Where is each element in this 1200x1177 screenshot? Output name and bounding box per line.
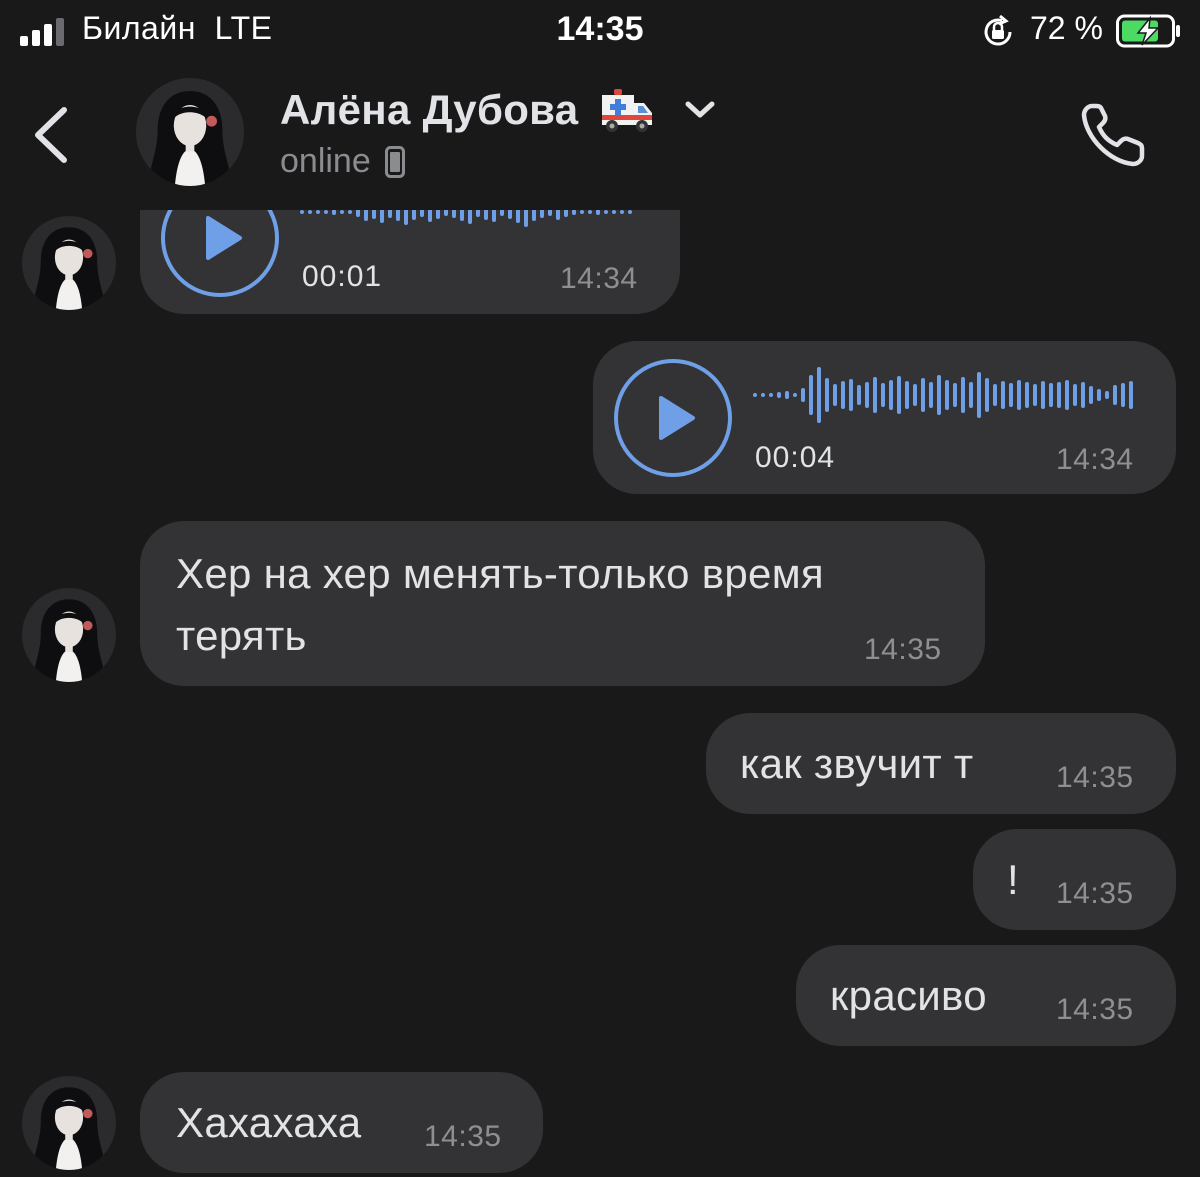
text-message-bubble[interactable]: ! 14:35 <box>973 829 1176 930</box>
waveform-bar <box>793 393 797 397</box>
voice-duration: 00:01 <box>302 260 383 293</box>
text-message-bubble[interactable]: как звучит т 14:35 <box>706 713 1176 814</box>
contact-avatar[interactable] <box>22 588 116 682</box>
waveform-bar <box>777 392 781 398</box>
phone-icon[interactable] <box>1078 98 1150 170</box>
waveform-bar <box>841 381 845 409</box>
waveform-bar <box>620 210 624 214</box>
waveform-bar <box>753 393 757 397</box>
contact-avatar[interactable] <box>136 78 244 186</box>
message-time: 14:35 <box>424 1120 502 1153</box>
waveform-bar <box>993 384 997 406</box>
message-time: 14:34 <box>1056 443 1134 476</box>
waveform-bar <box>1129 381 1133 409</box>
waveform-bar <box>761 393 765 397</box>
contact-avatar[interactable] <box>22 216 116 310</box>
voice-duration: 00:04 <box>755 441 836 474</box>
text-message-bubble[interactable]: Хер на хер менять-только время терять 14… <box>140 521 985 686</box>
waveform-bar <box>801 388 805 402</box>
text-message-bubble[interactable]: красиво 14:35 <box>796 945 1176 1046</box>
waveform-bar <box>1017 380 1021 410</box>
waveform-bar <box>604 210 608 214</box>
waveform-bar <box>324 210 328 214</box>
waveform-bar <box>308 210 312 214</box>
message-time: 14:35 <box>1056 877 1134 910</box>
waveform-bar <box>1041 381 1045 409</box>
waveform-bar <box>316 210 320 214</box>
message-time: 14:35 <box>1056 993 1134 1026</box>
waveform-bar <box>985 378 989 412</box>
waveform-bar <box>1081 382 1085 408</box>
waveform-bar <box>961 377 965 413</box>
waveform-bar <box>873 377 877 413</box>
waveform-bar <box>881 383 885 407</box>
waveform-bar <box>945 380 949 410</box>
waveform-bar <box>897 376 901 414</box>
waveform-bar <box>1121 383 1125 407</box>
message-text: как звучит т <box>740 740 974 787</box>
chat-header: Алёна Дубова online <box>0 64 1200 210</box>
waveform-bar <box>905 381 909 409</box>
contact-name-button[interactable]: Алёна Дубова <box>280 82 716 138</box>
message-text: красиво <box>830 972 987 1019</box>
waveform-bar <box>921 378 925 412</box>
waveform-bar <box>769 393 773 397</box>
waveform-bar <box>1001 381 1005 409</box>
message-text: ! <box>1007 856 1019 903</box>
presence-status: online <box>280 142 405 181</box>
waveform-bar <box>889 380 893 410</box>
waveform-bar <box>833 384 837 406</box>
back-icon[interactable] <box>26 100 78 170</box>
waveform-bar <box>612 210 616 214</box>
waveform-bar <box>1057 382 1061 408</box>
waveform-bar <box>348 210 352 214</box>
message-text-line: терять <box>176 612 307 659</box>
waveform-bar <box>580 210 584 214</box>
waveform-bar <box>849 379 853 411</box>
waveform-bar <box>937 375 941 415</box>
waveform-bar <box>913 384 917 406</box>
waveform-bar <box>1105 391 1109 399</box>
presence-text: online <box>280 142 371 180</box>
voice-waveform[interactable] <box>753 365 1135 425</box>
ambulance-emoji <box>602 89 653 132</box>
waveform-bar <box>865 382 869 408</box>
waveform-bar <box>340 210 344 214</box>
text-message-bubble[interactable]: Хахахаха 14:35 <box>140 1072 543 1173</box>
waveform-bar <box>1065 380 1069 410</box>
contact-avatar[interactable] <box>22 1076 116 1170</box>
message-text-line: Хер на хер менять-только время <box>176 550 824 597</box>
waveform-bar <box>825 378 829 412</box>
waveform-bar <box>1097 389 1101 401</box>
waveform-bar <box>977 372 981 418</box>
waveform-bar <box>1033 384 1037 406</box>
waveform-bar <box>857 385 861 405</box>
voice-message-bubble[interactable]: 00:04 14:34 <box>593 341 1176 494</box>
waveform-bar <box>628 210 632 214</box>
waveform-bar <box>785 391 789 399</box>
waveform-bar <box>953 383 957 407</box>
waveform-bar <box>929 382 933 408</box>
message-time: 14:35 <box>864 633 942 666</box>
waveform-bar <box>1049 383 1053 407</box>
waveform-bar <box>1089 386 1093 404</box>
play-icon[interactable] <box>613 358 733 478</box>
chevron-down-icon[interactable] <box>684 100 716 120</box>
waveform-bar <box>809 375 813 415</box>
waveform-bar <box>300 210 304 214</box>
waveform-bar <box>1073 384 1077 406</box>
waveform-bar <box>1009 383 1013 407</box>
message-text: Хахахаха <box>176 1099 362 1146</box>
waveform-bar <box>1113 385 1117 405</box>
waveform-bar <box>969 382 973 408</box>
contact-name: Алёна Дубова <box>280 86 579 133</box>
waveform-bar <box>1025 382 1029 408</box>
message-time: 14:34 <box>560 262 638 295</box>
mobile-device-icon <box>384 145 405 178</box>
waveform-bar <box>588 210 592 214</box>
message-time: 14:35 <box>1056 761 1134 794</box>
waveform-bar <box>817 367 821 423</box>
